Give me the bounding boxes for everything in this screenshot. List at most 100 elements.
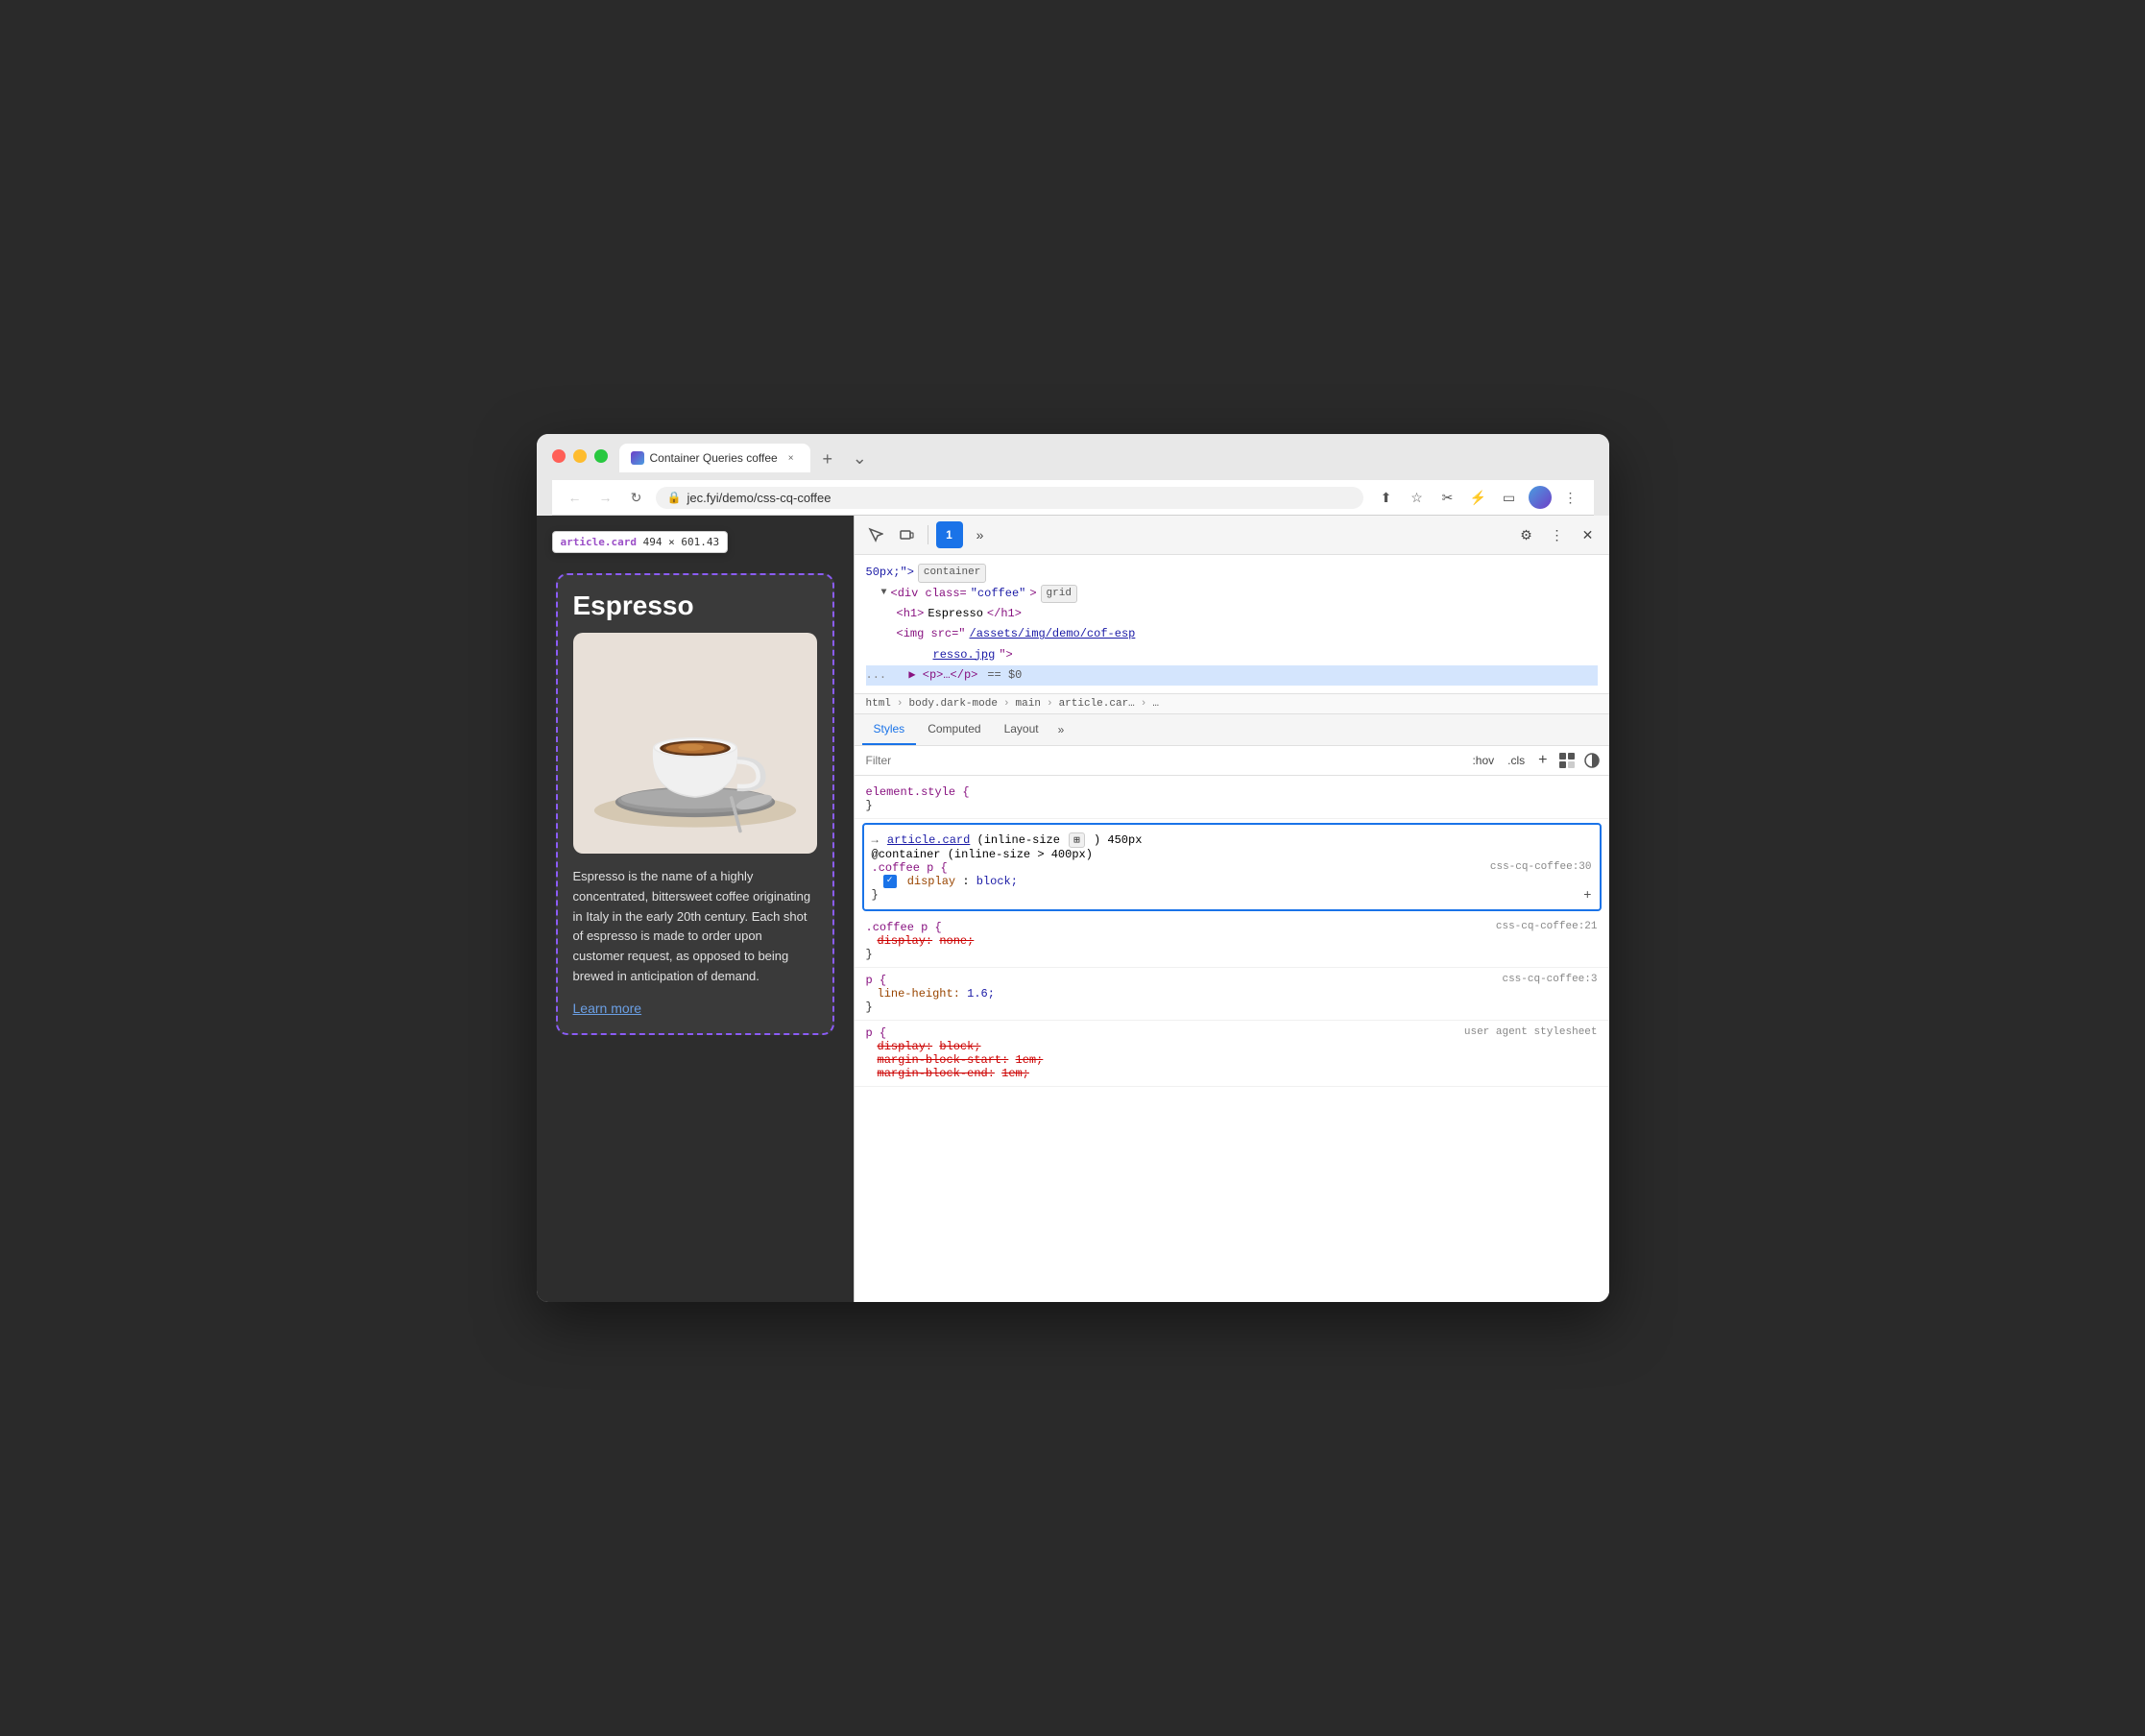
dom-line-5[interactable]: ... ▶ <p>…</p> == $0	[866, 665, 1598, 686]
close-icon: ✕	[1582, 527, 1594, 543]
lock-icon: 🔒	[667, 491, 682, 504]
styles-panel: element.style { } → article.card (inline…	[855, 776, 1609, 1302]
close-traffic-light[interactable]	[552, 449, 566, 463]
rule2-selector-line: .coffee p { css-cq-coffee:21	[866, 921, 1598, 934]
rule1-prop: display	[907, 875, 955, 888]
rule4-prop2-line: margin-block-start: 1em;	[866, 1053, 1598, 1067]
rule3-selector-line: p { css-cq-coffee:3	[866, 974, 1598, 987]
rule1-check[interactable]: ✓	[883, 875, 897, 888]
element-style-close: }	[866, 799, 1598, 812]
styles-filter-input[interactable]	[862, 752, 1461, 769]
p-rule: p { css-cq-coffee:3 line-height: 1.6; }	[855, 968, 1609, 1021]
cls-button[interactable]: .cls	[1504, 752, 1529, 769]
dom-h1-text: Espresso	[928, 605, 983, 623]
bookmark-icon[interactable]: ☆	[1406, 486, 1429, 509]
rule2-val: none;	[939, 934, 974, 948]
more-options-icon: ⋮	[1551, 527, 1564, 543]
rule2-prop: display:	[878, 934, 933, 948]
rule1-selector-rest: (inline-size	[977, 833, 1068, 847]
rule4-val2: 1em;	[1016, 1053, 1044, 1067]
dom-line-2: ▼ <div class= "coffee" > grid	[881, 584, 1598, 605]
rule4-val3: 1em;	[1001, 1067, 1029, 1080]
breadcrumb-more[interactable]: …	[1152, 698, 1159, 710]
coffee-p-rule: .coffee p { css-cq-coffee:21 display: no…	[855, 915, 1609, 968]
extensions-icon[interactable]: ⚡	[1467, 486, 1490, 509]
rule4-selector: p {	[866, 1026, 887, 1040]
refresh-button[interactable]: ↻	[625, 486, 648, 509]
rule3-source: css-cq-coffee:3	[1502, 974, 1597, 985]
forward-button[interactable]: →	[594, 486, 617, 509]
tab-more[interactable]: »	[1054, 715, 1069, 744]
devtools-settings-button[interactable]: ⚙	[1513, 521, 1540, 548]
rule2-selector: .coffee p {	[866, 921, 942, 934]
element-style-selector: element.style {	[866, 785, 1598, 799]
breadcrumb-body[interactable]: body.dark-mode	[909, 698, 998, 710]
devtools-close-button[interactable]: ✕	[1575, 521, 1602, 548]
rule1-source: css-cq-coffee:30	[1490, 861, 1592, 873]
tab-computed[interactable]: Computed	[916, 714, 992, 745]
devtools-more-button[interactable]: ⋮	[1544, 521, 1571, 548]
more-panels-icon: »	[976, 527, 984, 542]
rule1-selector-line: → article.card (inline-size ⊞ ) 450px	[872, 832, 1592, 848]
more-panels-button[interactable]: »	[967, 521, 994, 548]
address-bar: ← → ↻ 🔒 jec.fyi/demo/css-cq-coffee ⬆ ☆ ✂…	[552, 480, 1594, 516]
user-avatar[interactable]	[1529, 486, 1552, 509]
rule1-property-line: ✓ display : block;	[872, 875, 1592, 888]
dom-attr-val-1: 50px;">	[866, 564, 914, 582]
rule1-inline-badge: ⊞	[1069, 832, 1085, 848]
dom-p-tag	[898, 666, 904, 685]
console-badge-button[interactable]: 1	[936, 521, 963, 548]
dom-img-src-link[interactable]: /assets/img/demo/cof-esp	[970, 625, 1136, 643]
dom-img-src-link-2[interactable]: resso.jpg	[933, 646, 996, 664]
breadcrumb-main[interactable]: main	[1016, 698, 1041, 710]
tab-more-button[interactable]: ⌄	[845, 445, 875, 472]
dom-attr-coffee: "coffee"	[971, 585, 1026, 603]
article-description: Espresso is the name of a highly concent…	[573, 867, 817, 987]
container-badge[interactable]: container	[918, 564, 986, 583]
sidebar-icon[interactable]: ▭	[1498, 486, 1521, 509]
tooltip-dims: 494 × 601.43	[643, 536, 719, 548]
browser-window: Container Queries coffee × + ⌄ ← → ↻ 🔒 j…	[537, 434, 1609, 1302]
browser-toolbar-icons: ⬆ ☆ ✂ ⚡ ▭ ⋮	[1375, 486, 1582, 509]
grid-badge[interactable]: grid	[1041, 585, 1077, 604]
dom-triangle-2[interactable]: ▼	[881, 586, 887, 601]
minimize-traffic-light[interactable]	[573, 449, 587, 463]
element-style-rule: element.style { }	[855, 780, 1609, 819]
rule1-add-btn[interactable]: +	[1583, 888, 1591, 904]
rule2-close: }	[866, 948, 1598, 961]
filter-buttons: :hov .cls +	[1468, 750, 1601, 771]
address-input-bar[interactable]: 🔒 jec.fyi/demo/css-cq-coffee	[656, 487, 1363, 509]
breadcrumb-html[interactable]: html	[866, 698, 891, 710]
share-icon[interactable]: ⬆	[1375, 486, 1398, 509]
scissors-icon[interactable]: ✂	[1436, 486, 1459, 509]
back-button[interactable]: ←	[564, 486, 587, 509]
hov-button[interactable]: :hov	[1468, 752, 1498, 769]
dom-tag-div-close: >	[1029, 585, 1036, 603]
tab-layout[interactable]: Layout	[993, 714, 1050, 745]
color-scheme-icon[interactable]	[1582, 751, 1602, 770]
rule4-prop2: margin-block-start:	[878, 1053, 1009, 1067]
tab-close-button[interactable]: ×	[783, 450, 799, 466]
device-toolbar-button[interactable]	[893, 521, 920, 548]
rule4-selector-line: p { user agent stylesheet	[866, 1026, 1598, 1040]
toggle-styles-icon[interactable]	[1557, 751, 1577, 770]
dom-tag-div: <div class=	[891, 585, 967, 603]
rule1-colon: :	[962, 875, 976, 888]
element-picker-button[interactable]	[862, 521, 889, 548]
new-tab-button[interactable]: +	[814, 446, 841, 472]
tab-styles[interactable]: Styles	[862, 714, 917, 745]
dom-line-4: <img src=" /assets/img/demo/cof-esp	[897, 624, 1598, 644]
rule3-close: }	[866, 1001, 1598, 1014]
maximize-traffic-light[interactable]	[594, 449, 608, 463]
browser-tab-active[interactable]: Container Queries coffee ×	[619, 444, 810, 472]
element-picker-icon	[868, 527, 883, 542]
breadcrumb-article[interactable]: article.car…	[1059, 698, 1135, 710]
settings-icon: ⚙	[1520, 527, 1532, 543]
add-style-button[interactable]: +	[1534, 750, 1551, 771]
element-style-label: element.style {	[866, 785, 970, 799]
rule1-selector-link[interactable]: article.card	[887, 833, 970, 847]
learn-more-link[interactable]: Learn more	[573, 1001, 642, 1016]
tab-title: Container Queries coffee	[650, 451, 778, 465]
more-menu-icon[interactable]: ⋮	[1559, 486, 1582, 509]
rule1-at-rule: @container (inline-size > 400px)	[872, 848, 1592, 861]
